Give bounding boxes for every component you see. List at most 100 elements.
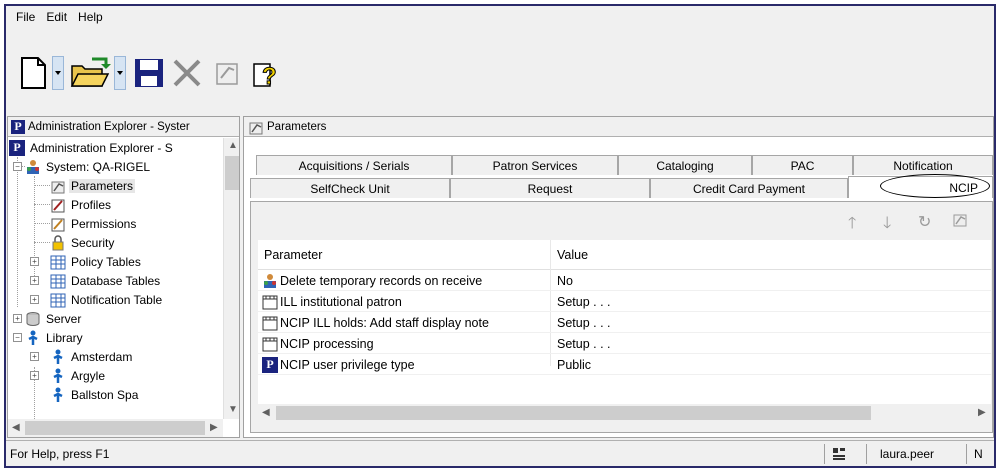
open-dropdown-button[interactable]	[114, 56, 126, 90]
tree-item-policy-tables[interactable]: Policy Tables	[50, 252, 143, 271]
delete-icon[interactable]	[170, 56, 204, 90]
expand-toggle[interactable]: +	[30, 352, 39, 361]
tree-item-parameters[interactable]: Parameters	[50, 176, 136, 195]
network-icon	[832, 441, 846, 466]
explorer-title-text: Administration Explorer - Syster	[28, 120, 190, 133]
save-icon[interactable]	[132, 56, 166, 90]
menu-edit[interactable]: Edit	[46, 10, 67, 24]
tab-notification[interactable]: Notification	[853, 155, 993, 175]
open-folder-icon[interactable]	[68, 56, 112, 90]
expand-toggle[interactable]: +	[30, 371, 39, 380]
collapse-toggle[interactable]: −	[13, 333, 22, 342]
tree-item-database-tables[interactable]: Database Tables	[50, 271, 162, 290]
tree-item-library[interactable]: Library	[25, 328, 85, 347]
tab-cataloging[interactable]: Cataloging	[618, 155, 752, 175]
scroll-thumb[interactable]	[25, 421, 205, 435]
new-document-icon[interactable]	[16, 56, 50, 90]
scroll-thumb[interactable]	[225, 156, 239, 190]
table-row[interactable]: Delete temporary records on receive No	[258, 270, 991, 291]
scroll-right-icon[interactable]: ▶	[978, 407, 986, 418]
expand-toggle[interactable]: +	[30, 257, 39, 266]
scroll-thumb[interactable]	[276, 406, 871, 420]
tree-item-argyle[interactable]: Argyle	[50, 366, 107, 385]
server-icon	[25, 311, 41, 327]
svg-text:?: ?	[262, 63, 277, 90]
explorer-vertical-scrollbar[interactable]: ▲ ▼	[223, 138, 239, 419]
tree-item-amsterdam[interactable]: Amsterdam	[50, 347, 134, 366]
tree-item-root[interactable]: P Administration Explorer - S	[9, 138, 175, 157]
new-dropdown-button[interactable]	[52, 56, 64, 90]
tree-item-system[interactable]: System: QA-RIGEL	[25, 157, 152, 176]
menu-bar: File Edit Help	[6, 6, 994, 28]
profiles-icon	[50, 197, 66, 213]
tree-item-ballston-spa[interactable]: Ballston Spa	[50, 385, 140, 404]
parameter-name: NCIP processing	[280, 336, 374, 351]
table-row[interactable]: NCIP ILL holds: Add staff display note S…	[258, 312, 991, 333]
expand-toggle[interactable]: +	[13, 314, 22, 323]
parameter-name: Delete temporary records on receive	[280, 273, 483, 288]
scroll-down-icon[interactable]: ▼	[228, 404, 238, 415]
parameter-name: NCIP user privilege type	[280, 357, 415, 372]
tab-acquisitions-serials[interactable]: Acquisitions / Serials	[256, 155, 452, 175]
status-help-text: For Help, press F1	[10, 447, 110, 461]
tab-request[interactable]: Request	[450, 178, 650, 198]
library-icon	[50, 387, 66, 403]
table-row[interactable]: NCIP processing Setup . . .	[258, 333, 991, 354]
polaris-icon: P	[262, 356, 278, 373]
scroll-right-icon[interactable]: ▶	[210, 422, 218, 433]
parameter-value: No	[557, 273, 573, 288]
table-icon	[262, 315, 278, 331]
tree-item-permissions[interactable]: Permissions	[50, 214, 138, 233]
status-user: laura.peer	[880, 447, 935, 461]
status-extra: N	[974, 447, 983, 461]
tree-item-notification-tables[interactable]: Notification Table	[50, 290, 164, 309]
parameters-icon	[50, 178, 66, 194]
expand-toggle[interactable]: +	[30, 276, 39, 285]
tree-item-security[interactable]: Security	[50, 233, 116, 252]
explorer-pane-title: P Administration Explorer - Syster	[8, 117, 239, 137]
application-window: File Edit Help ? P Administration Explor…	[4, 4, 996, 468]
table-row[interactable]: ILL institutional patron Setup . . .	[258, 291, 991, 312]
polaris-icon: P	[11, 119, 25, 134]
table-icon	[262, 294, 278, 310]
parameter-value: Public	[557, 357, 592, 372]
help-icon[interactable]: ?	[250, 56, 280, 91]
table-icon	[50, 254, 66, 270]
grid-header: Parameter Value	[258, 240, 991, 270]
library-icon	[25, 330, 41, 346]
permissions-icon	[50, 216, 66, 232]
refresh-icon[interactable]: ↻	[918, 212, 931, 232]
scroll-up-icon[interactable]: ▲	[228, 140, 238, 151]
column-header-parameter[interactable]: Parameter	[258, 240, 548, 270]
table-icon	[262, 336, 278, 352]
expand-toggle[interactable]: +	[30, 295, 39, 304]
library-icon	[50, 368, 66, 384]
arrow-up-icon[interactable]: 🡑	[848, 212, 856, 239]
properties-icon[interactable]	[952, 211, 968, 232]
collapse-toggle[interactable]: −	[13, 162, 22, 171]
tab-selfcheck-unit[interactable]: SelfCheck Unit	[250, 178, 450, 198]
system-users-icon	[25, 159, 41, 175]
parameters-grid: Parameter Value Delete temporary records…	[258, 240, 991, 404]
column-header-value[interactable]: Value	[551, 240, 851, 270]
tab-patron-services[interactable]: Patron Services	[452, 155, 618, 175]
scroll-left-icon[interactable]: ◀	[262, 407, 270, 418]
grid-horizontal-scrollbar[interactable]: ◀ ▶	[258, 404, 991, 422]
scroll-left-icon[interactable]: ◀	[12, 422, 20, 433]
tree-item-profiles[interactable]: Profiles	[50, 195, 113, 214]
parameters-pane: Parameters Acquisitions / Serials Patron…	[243, 116, 994, 438]
menu-help[interactable]: Help	[78, 10, 103, 24]
tab-pac[interactable]: PAC	[752, 155, 853, 175]
arrow-down-icon[interactable]: 🡓	[883, 212, 891, 239]
system-users-icon	[262, 273, 278, 289]
properties-icon[interactable]	[212, 56, 242, 90]
tab-credit-card-payment[interactable]: Credit Card Payment	[650, 178, 848, 198]
parameter-value: Setup . . .	[557, 315, 611, 330]
parameter-value: Setup . . .	[557, 336, 611, 351]
menu-file[interactable]: File	[16, 10, 35, 24]
tree-item-server[interactable]: Server	[25, 309, 83, 328]
explorer-horizontal-scrollbar[interactable]: ◀ ▶	[8, 419, 223, 437]
table-row[interactable]: P NCIP user privilege type Public	[258, 354, 991, 375]
ncip-tab-content: 🡑 🡓 ↻ Parameter Value Delete temporary r…	[250, 201, 993, 433]
parameter-name: NCIP ILL holds: Add staff display note	[280, 315, 489, 330]
